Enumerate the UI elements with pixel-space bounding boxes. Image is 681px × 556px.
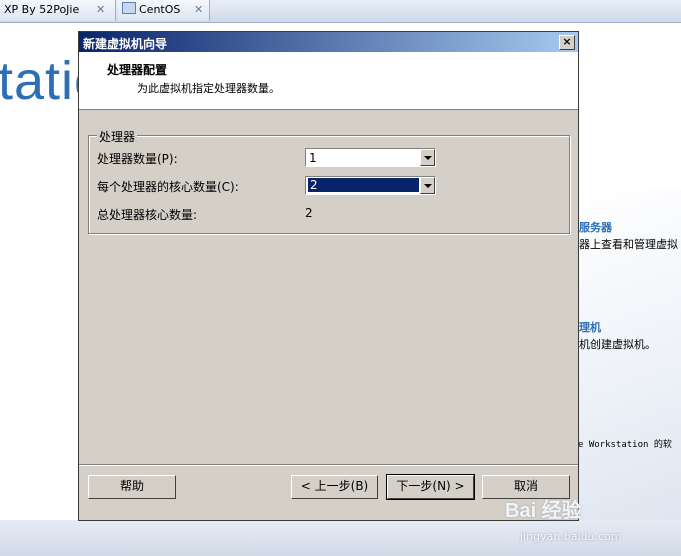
tab-label: CentOS — [139, 3, 181, 16]
chevron-down-icon[interactable] — [420, 149, 435, 166]
footer-separator — [79, 464, 578, 466]
watermark-url: jingyan.baidu.com — [520, 530, 622, 543]
vm-icon — [122, 2, 136, 14]
background-text: 机创建虚拟机。 — [579, 338, 656, 351]
processor-count-select[interactable]: 1 — [305, 148, 436, 167]
background-text: 器上查看和管理虚拟 — [579, 238, 678, 251]
background-heading[interactable]: 服务器 — [579, 219, 612, 235]
processor-count-value: 1 — [309, 151, 317, 165]
tab-strip: XP By 52PoJie ✕ CentOS ✕ — [0, 0, 681, 23]
back-button[interactable]: < 上一步(B) — [291, 475, 378, 499]
chevron-down-icon[interactable] — [420, 177, 435, 194]
header-subtitle: 为此虚拟机指定处理器数量。 — [137, 82, 280, 95]
dialog-title: 新建虚拟机向导 — [83, 37, 168, 51]
help-button[interactable]: 帮助 — [88, 475, 176, 499]
close-button[interactable]: × — [559, 35, 575, 50]
total-cores-value: 2 — [305, 206, 313, 220]
group-label: 处理器 — [97, 128, 138, 145]
wizard-header: 处理器配置 为此虚拟机指定处理器数量。 — [79, 52, 578, 110]
close-icon[interactable]: ✕ — [194, 0, 203, 19]
total-cores-label: 总处理器核心数量: — [97, 208, 198, 222]
background-heading[interactable]: 理机 — [579, 319, 601, 335]
cores-per-processor-value: 2 — [308, 178, 419, 192]
tab-xp[interactable]: XP By 52PoJie ✕ — [0, 0, 116, 21]
close-icon[interactable]: ✕ — [96, 0, 105, 19]
next-button[interactable]: 下一步(N) > — [386, 474, 475, 500]
cores-per-processor-select[interactable]: 2 — [305, 176, 436, 195]
dialog-titlebar[interactable]: 新建虚拟机向导 × — [79, 32, 578, 52]
background-footer-text: e Workstation 的软 — [578, 440, 672, 450]
cores-per-processor-label: 每个处理器的核心数量(C): — [97, 180, 239, 194]
header-title: 处理器配置 — [107, 63, 168, 77]
processor-count-label: 处理器数量(P): — [97, 152, 178, 166]
watermark-logo: Bai 经验 — [505, 500, 582, 522]
new-vm-wizard-dialog: 新建虚拟机向导 × 处理器配置 为此虚拟机指定处理器数量。 处理器 处理器数量(… — [78, 31, 579, 521]
tab-label: XP By 52PoJie — [4, 3, 80, 16]
tab-centos[interactable]: CentOS ✕ — [118, 0, 210, 21]
